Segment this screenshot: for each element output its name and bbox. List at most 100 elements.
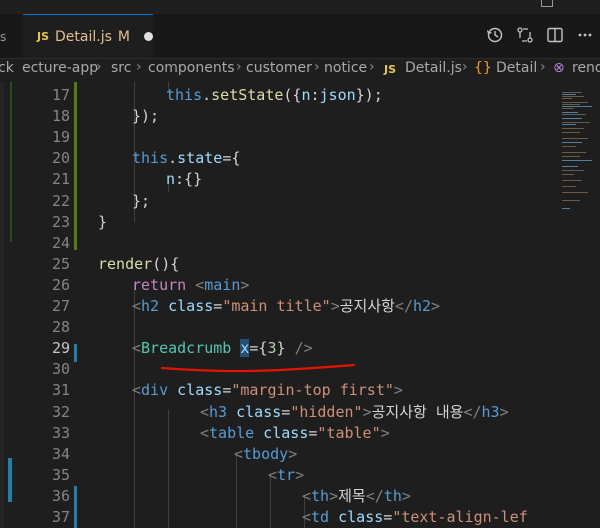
code-text: <td class="text-align-lef bbox=[302, 507, 528, 528]
line-number: 21 bbox=[51, 170, 70, 189]
unsaved-dot-icon[interactable] bbox=[143, 32, 153, 41]
code-line[interactable]: 25 render(){ bbox=[0, 254, 556, 275]
code-token: < bbox=[200, 423, 210, 442]
minimap-line bbox=[562, 152, 586, 153]
code-editor[interactable]: 17 this.setState({n:json}); 18}); 19 20 this.… bbox=[0, 82, 556, 528]
code-token: th bbox=[383, 486, 402, 505]
code-line[interactable]: 22}; bbox=[0, 191, 556, 212]
code-token: tr bbox=[277, 465, 296, 484]
compare-changes-icon[interactable] bbox=[516, 26, 534, 48]
code-line[interactable]: 37 <td class="text-align-lef bbox=[0, 507, 556, 528]
minimap-line bbox=[562, 96, 584, 97]
code-text: <tr> bbox=[268, 465, 304, 486]
split-editor-icon[interactable] bbox=[546, 26, 564, 48]
minimap-line bbox=[562, 170, 584, 171]
code-text: render(){ bbox=[98, 254, 179, 275]
code-token: > bbox=[329, 486, 339, 505]
code-line[interactable]: 27 <h2 class="main title">공지사항</h2> bbox=[0, 296, 556, 317]
code-line[interactable]: 21 n:{} bbox=[0, 169, 556, 190]
breadcrumb-method[interactable]: rend bbox=[572, 60, 600, 76]
previous-tab-fragment[interactable]: s bbox=[0, 30, 6, 44]
code-token: render bbox=[98, 254, 153, 273]
class-symbol-icon: {} bbox=[474, 60, 492, 76]
minimap-line bbox=[562, 174, 574, 175]
code-line[interactable]: 31 <div class="margin-top first"> bbox=[0, 380, 556, 401]
code-line[interactable]: 35 <tr> bbox=[0, 465, 556, 486]
breadcrumb-item[interactable]: notice bbox=[324, 60, 367, 76]
code-token: Breadcrumb bbox=[141, 339, 232, 358]
code-text: } bbox=[98, 212, 107, 233]
tab-filename: Detail.js bbox=[55, 28, 112, 45]
code-token: table bbox=[209, 423, 255, 442]
breadcrumb-item[interactable]: ecture-app bbox=[22, 60, 98, 76]
javascript-file-icon: JS bbox=[37, 30, 50, 43]
minimap-line bbox=[562, 200, 580, 201]
line-number: 25 bbox=[51, 254, 70, 273]
code-line[interactable]: 34 <tbody> bbox=[0, 444, 556, 465]
line-number: 30 bbox=[51, 360, 70, 379]
minimap-line bbox=[562, 118, 582, 119]
breadcrumb-item[interactable]: src bbox=[111, 60, 131, 76]
code-token: = bbox=[281, 402, 291, 421]
code-line[interactable]: 33 <table class="table"> bbox=[0, 423, 556, 444]
line-number: 36 bbox=[51, 486, 70, 505]
line-number: 33 bbox=[51, 423, 70, 442]
minimap-line bbox=[562, 108, 574, 109]
minimap-line bbox=[562, 208, 570, 209]
code-token: class bbox=[338, 508, 384, 526]
breadcrumb-file[interactable]: Detail.js bbox=[405, 60, 462, 76]
code-text: this.setState({n:json}); bbox=[166, 85, 383, 106]
code-line[interactable]: 19 bbox=[0, 127, 556, 148]
code-line[interactable]: 26 return <main> bbox=[0, 275, 556, 296]
code-token: . bbox=[202, 86, 212, 104]
code-token: > bbox=[240, 275, 250, 294]
code-line[interactable]: 32 <h3 class="hidden">공지사항 내용</h3> bbox=[0, 402, 556, 423]
minimap[interactable] bbox=[556, 82, 600, 528]
code-token: class bbox=[177, 381, 223, 400]
line-number: 24 bbox=[51, 233, 70, 252]
code-token: 공지사항 내용 bbox=[371, 402, 464, 421]
editor-tab-bar: s JS Detail.js M bbox=[0, 14, 600, 59]
minimap-line bbox=[562, 102, 588, 103]
code-token: this bbox=[166, 86, 203, 104]
code-line[interactable]: 18}); bbox=[0, 106, 556, 127]
chevron-right-icon: › bbox=[96, 59, 102, 75]
breadcrumb: ck ecture-app › src › components › custo… bbox=[0, 59, 600, 80]
code-token: > bbox=[362, 402, 372, 421]
code-line[interactable]: 36 <th>제목</th> bbox=[0, 486, 556, 507]
line-number: 37 bbox=[51, 508, 70, 526]
history-icon[interactable] bbox=[486, 26, 504, 48]
line-number: 17 bbox=[51, 86, 70, 104]
code-line[interactable]: 28 bbox=[0, 317, 556, 338]
more-actions-icon[interactable] bbox=[576, 26, 594, 48]
code-text: return <main> bbox=[132, 275, 249, 296]
breadcrumb-symbol[interactable]: Detail bbox=[496, 60, 537, 76]
line-number: 28 bbox=[51, 318, 70, 337]
code-line[interactable]: 17 this.setState({n:json}); bbox=[0, 85, 556, 106]
code-token: tbody bbox=[243, 444, 289, 463]
restore-window-icon[interactable] bbox=[541, 0, 553, 7]
code-text: <th>제목</th> bbox=[302, 486, 411, 507]
code-line[interactable]: 24 bbox=[0, 233, 556, 254]
breadcrumb-item[interactable]: components bbox=[148, 60, 235, 76]
chevron-right-icon: › bbox=[369, 59, 375, 75]
code-token: setState bbox=[211, 86, 284, 104]
code-token: /> bbox=[294, 339, 313, 358]
code-token: < bbox=[132, 381, 142, 400]
breadcrumb-item[interactable]: ck bbox=[0, 60, 14, 76]
code-token: </ bbox=[394, 297, 413, 315]
code-line[interactable]: 23} bbox=[0, 212, 556, 233]
minimap-line bbox=[562, 106, 592, 107]
tab-detail-js[interactable]: JS Detail.js M bbox=[23, 14, 153, 58]
javascript-file-icon: JS bbox=[384, 63, 397, 76]
code-token: div bbox=[141, 381, 169, 400]
minimap-line bbox=[562, 98, 572, 99]
breadcrumb-item[interactable]: customer bbox=[246, 60, 312, 76]
code-line[interactable]: 20 this.state={ bbox=[0, 148, 556, 169]
code-line[interactable]: 29 <Breadcrumb x={3} /> bbox=[0, 338, 556, 359]
code-token: main bbox=[204, 275, 241, 294]
